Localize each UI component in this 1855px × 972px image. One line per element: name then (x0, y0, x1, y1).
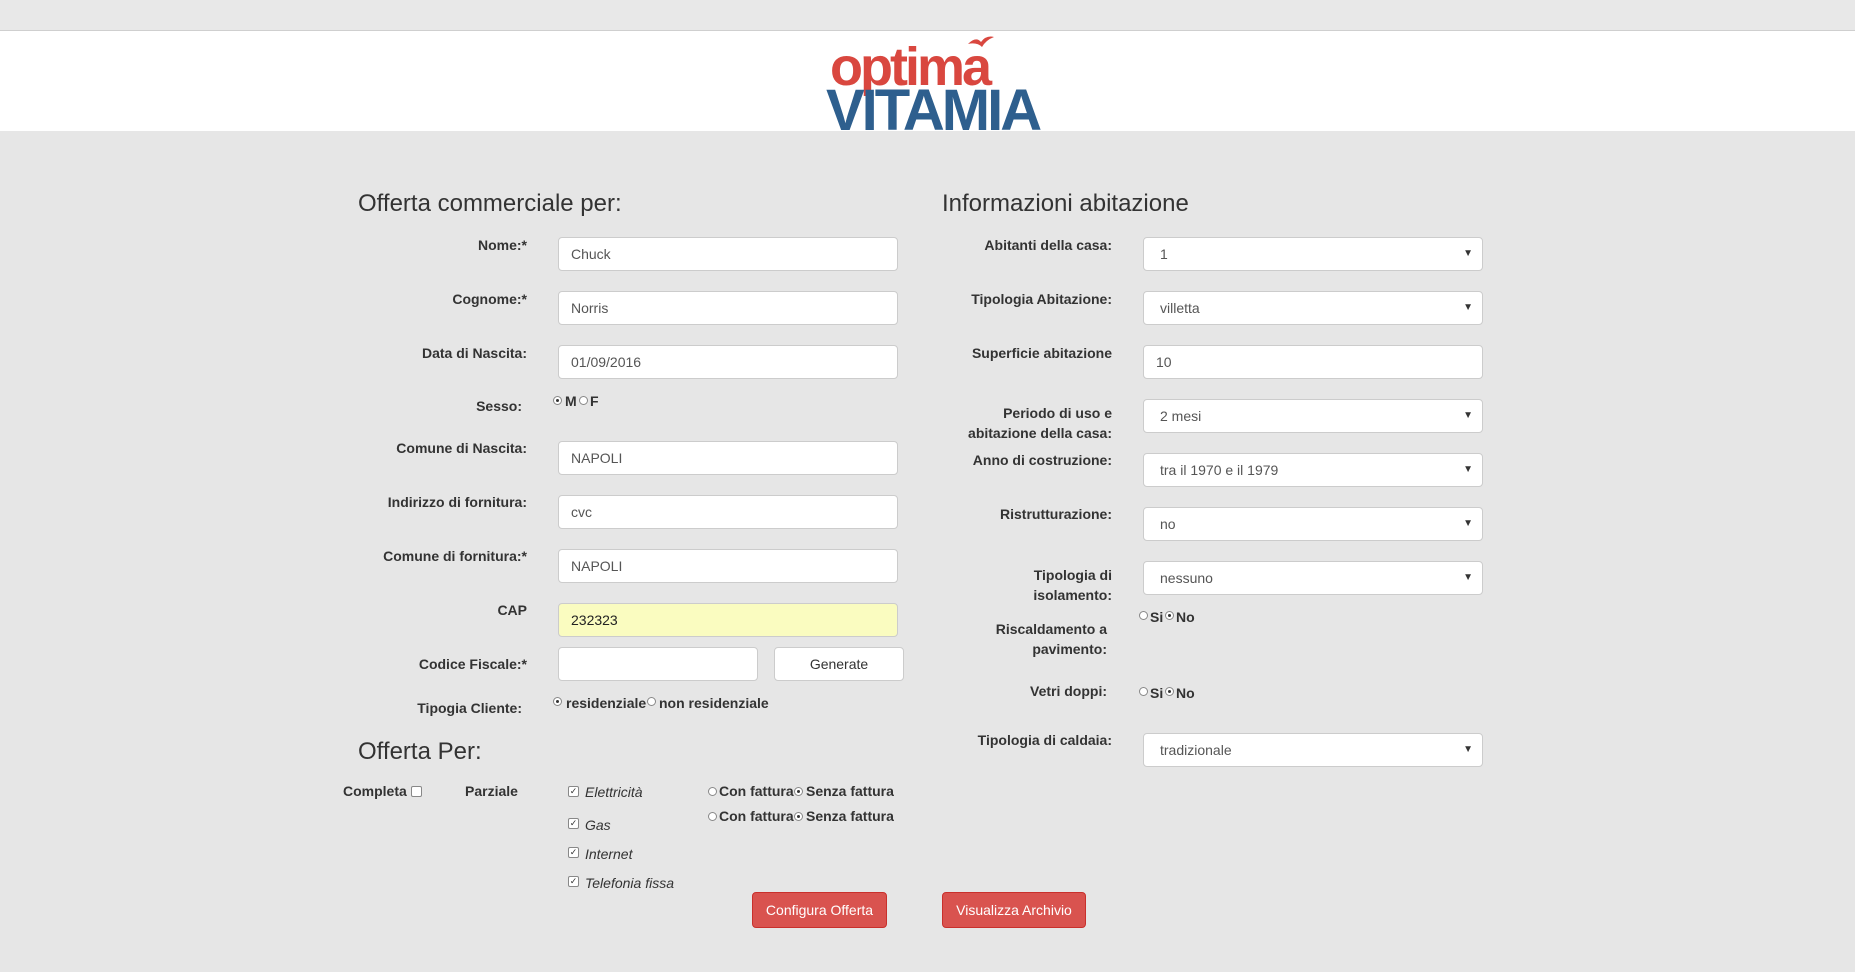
elettricita-con-fattura-label: Con fattura (719, 783, 794, 799)
brand-logo: optima VITAMIA (826, 36, 1042, 140)
tipogia-cliente-label: Tipogia Cliente: (417, 700, 522, 716)
isolamento-value: nessuno (1160, 570, 1213, 586)
browser-top-strip (0, 0, 1855, 31)
periodo-uso-label-1: Periodo di uso e (1003, 405, 1112, 421)
riscaldamento-label-2: pavimento: (1032, 641, 1107, 657)
telefonia-label: Telefonia fissa (585, 875, 674, 891)
elettricita-checkbox[interactable]: ✓ (568, 786, 579, 797)
gas-con-fattura-radio[interactable] (708, 812, 717, 821)
sesso-f-label: F (590, 393, 599, 409)
isolamento-select[interactable]: nessuno ▼ (1143, 561, 1483, 595)
indirizzo-label: Indirizzo di fornitura: (387, 494, 527, 510)
caret-down-icon: ▼ (1463, 302, 1473, 313)
elettricita-label: Elettricità (585, 784, 643, 800)
anno-costruzione-select[interactable]: tra il 1970 e il 1979 ▼ (1143, 453, 1483, 487)
riscaldamento-si-label: Si (1150, 609, 1164, 625)
vetri-no-radio[interactable] (1165, 687, 1174, 696)
caret-down-icon: ▼ (1463, 464, 1473, 475)
caret-down-icon: ▼ (1463, 518, 1473, 529)
completa-checkbox[interactable] (411, 786, 422, 797)
periodo-uso-value: 2 mesi (1160, 408, 1202, 424)
comune-fornitura-label: Comune di fornitura:* (383, 548, 527, 564)
caldaia-select[interactable]: tradizionale ▼ (1143, 733, 1483, 767)
ristrutturazione-label: Ristrutturazione: (1000, 506, 1112, 522)
internet-label: Internet (585, 846, 633, 862)
tipologia-abitazione-value: villetta (1160, 300, 1200, 316)
cognome-input[interactable]: Norris (558, 291, 898, 325)
data-nascita-input[interactable]: 01/09/2016 (558, 345, 898, 379)
nome-input[interactable]: Chuck (558, 237, 898, 271)
isolamento-label-1: Tipologia di (1033, 567, 1112, 583)
sesso-f-radio[interactable] (579, 396, 588, 405)
visualizza-archivio-button[interactable]: Visualizza Archivio (942, 892, 1086, 928)
logo-vitamia-text: VITAMIA (826, 78, 1042, 143)
caldaia-label: Tipologia di caldaia: (977, 732, 1112, 748)
gas-senza-fattura-radio[interactable] (794, 812, 803, 821)
isolamento-label-2: isolamento: (1033, 587, 1112, 603)
anno-costruzione-label: Anno di costruzione: (972, 452, 1112, 468)
abitanti-select[interactable]: 1 ▼ (1143, 237, 1483, 271)
gas-con-fattura-label: Con fattura (719, 808, 794, 824)
anno-costruzione-value: tra il 1970 e il 1979 (1160, 462, 1279, 478)
caldaia-value: tradizionale (1160, 742, 1232, 758)
tipologia-abitazione-label: Tipologia Abitazione: (971, 291, 1112, 307)
telefonia-checkbox[interactable]: ✓ (568, 876, 579, 887)
riscaldamento-no-label: No (1176, 609, 1195, 625)
codice-fiscale-label: Codice Fiscale:* (418, 656, 527, 672)
sesso-label: Sesso: (476, 398, 522, 414)
parziale-label: Parziale (465, 783, 518, 799)
superficie-input[interactable]: 10 (1143, 345, 1483, 379)
indirizzo-input[interactable]: cvc (558, 495, 898, 529)
vetri-si-radio[interactable] (1139, 687, 1148, 696)
generate-button[interactable]: Generate (774, 647, 904, 681)
elettricita-senza-fattura-radio[interactable] (794, 787, 803, 796)
gas-checkbox[interactable]: ✓ (568, 818, 579, 829)
caret-down-icon: ▼ (1463, 572, 1473, 583)
configura-offerta-button[interactable]: Configura Offerta (752, 892, 887, 928)
elettricita-senza-fattura-label: Senza fattura (806, 783, 894, 799)
comune-fornitura-input[interactable]: NAPOLI (558, 549, 898, 583)
residenziale-radio[interactable] (553, 697, 562, 706)
comune-nascita-input[interactable]: NAPOLI (558, 441, 898, 475)
non-residenziale-radio[interactable] (647, 697, 656, 706)
sesso-m-label: M (565, 393, 577, 409)
gas-label: Gas (585, 817, 611, 833)
riscaldamento-label-1: Riscaldamento a (995, 621, 1107, 637)
superficie-label: Superficie abitazione (971, 345, 1112, 361)
bird-icon (968, 36, 994, 47)
informazioni-abitazione-title: Informazioni abitazione (942, 190, 1189, 217)
gas-senza-fattura-label: Senza fattura (806, 808, 894, 824)
periodo-uso-select[interactable]: 2 mesi ▼ (1143, 399, 1483, 433)
abitanti-value: 1 (1160, 246, 1168, 262)
cap-label: CAP (497, 602, 527, 618)
vetri-no-label: No (1176, 685, 1195, 701)
completa-label: Completa (343, 783, 407, 799)
residenziale-label: residenziale (566, 695, 647, 711)
vetri-si-label: Si (1150, 685, 1164, 701)
comune-nascita-label: Comune di Nascita: (396, 440, 527, 456)
data-nascita-label: Data di Nascita: (421, 345, 527, 361)
cognome-label: Cognome:* (452, 291, 527, 307)
abitanti-label: Abitanti della casa: (984, 237, 1112, 253)
ristrutturazione-select[interactable]: no ▼ (1143, 507, 1483, 541)
offerta-commerciale-title: Offerta commerciale per: (358, 190, 622, 217)
periodo-uso-label-2: abitazione della casa: (968, 425, 1112, 441)
riscaldamento-si-radio[interactable] (1139, 611, 1148, 620)
offerta-per-title: Offerta Per: (358, 738, 482, 765)
codice-fiscale-input[interactable] (558, 647, 758, 681)
cap-input[interactable]: 232323 (558, 603, 898, 637)
tipologia-abitazione-select[interactable]: villetta ▼ (1143, 291, 1483, 325)
sesso-m-radio[interactable] (553, 396, 562, 405)
caret-down-icon: ▼ (1463, 744, 1473, 755)
vetri-doppi-label: Vetri doppi: (1030, 683, 1107, 699)
internet-checkbox[interactable]: ✓ (568, 847, 579, 858)
ristrutturazione-value: no (1160, 516, 1176, 532)
caret-down-icon: ▼ (1463, 248, 1473, 259)
elettricita-con-fattura-radio[interactable] (708, 787, 717, 796)
caret-down-icon: ▼ (1463, 410, 1473, 421)
riscaldamento-no-radio[interactable] (1165, 611, 1174, 620)
non-residenziale-label: non residenziale (659, 695, 769, 711)
nome-label: Nome:* (477, 237, 527, 253)
